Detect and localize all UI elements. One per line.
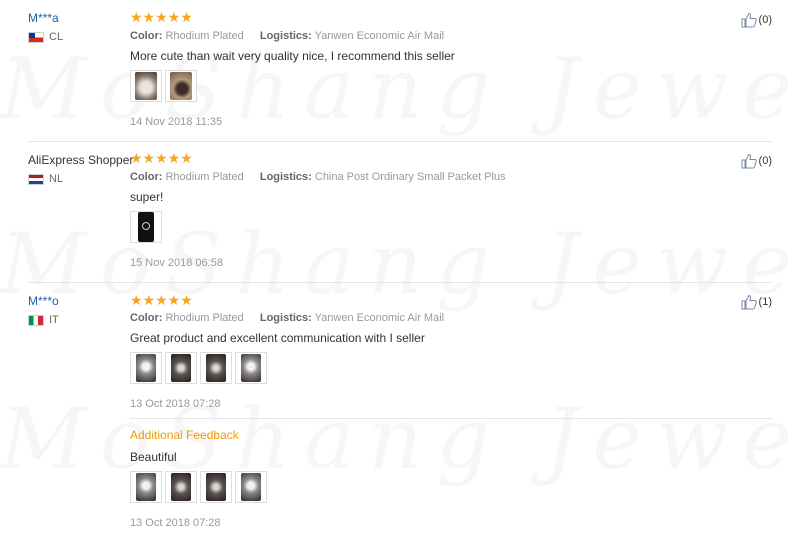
thumbs-up-icon (741, 153, 757, 169)
country-code: NL (49, 173, 64, 185)
review-photos (130, 352, 267, 384)
review-photo[interactable] (165, 70, 197, 102)
review-text: super! (130, 190, 164, 204)
rating-stars: ★★★★★ (130, 151, 193, 167)
rating-stars: ★★★★★ (130, 10, 193, 26)
color-label: Color: (130, 30, 163, 42)
country-code: IT (49, 314, 59, 326)
helpful-count: (1) (758, 296, 772, 308)
reviewer-name[interactable]: M***a (28, 11, 59, 25)
reviewer-country: CL (28, 31, 63, 43)
review-photos (130, 70, 197, 102)
order-attributes: Color: Rhodium Plated Logistics: Yanwen … (130, 30, 444, 42)
chile-flag-icon (28, 31, 44, 43)
reviewer-name[interactable]: M***o (28, 294, 59, 308)
review-date: 14 Nov 2018 11:35 (130, 116, 223, 128)
divider (28, 141, 772, 142)
color-label: Color: (130, 171, 163, 183)
logistics-value: Yanwen Economic Air Mail (314, 312, 445, 324)
review-photo[interactable] (130, 211, 162, 243)
review-photo[interactable] (130, 471, 162, 503)
color-label: Color: (130, 312, 163, 324)
country-code: CL (49, 31, 64, 43)
additional-feedback-date: 13 Oct 2018 07:28 (130, 517, 221, 529)
review-date: 15 Nov 2018 06:58 (130, 257, 223, 269)
logistics-label: Logistics: (259, 312, 312, 324)
divider (130, 418, 772, 419)
review-photo[interactable] (165, 352, 197, 384)
review-photos (130, 211, 162, 243)
review-photo[interactable] (200, 352, 232, 384)
additional-feedback-label: Additional Feedback (130, 428, 239, 442)
review-date: 13 Oct 2018 07:28 (130, 398, 221, 410)
divider (28, 282, 772, 283)
thumbs-up-icon (741, 12, 757, 28)
feedback-page: MoShang Jewelry MoShang Jewelry MoShang … (0, 0, 800, 533)
rating-stars: ★★★★★ (130, 293, 193, 309)
review-photo[interactable] (130, 352, 162, 384)
helpful-button[interactable]: (0) (741, 12, 772, 28)
logistics-label: Logistics: (259, 171, 312, 183)
helpful-button[interactable]: (0) (741, 153, 772, 169)
review-photo[interactable] (130, 70, 162, 102)
logistics-label: Logistics: (259, 30, 312, 42)
italy-flag-icon (28, 314, 44, 326)
logistics-value: Yanwen Economic Air Mail (314, 30, 445, 42)
additional-feedback-photos (130, 471, 267, 503)
review-photo[interactable] (200, 471, 232, 503)
review-photo[interactable] (235, 352, 267, 384)
watermark: MoShang Jewelry (0, 390, 800, 488)
color-value: Rhodium Plated (165, 30, 244, 42)
additional-feedback-text: Beautiful (130, 450, 177, 464)
review-photo[interactable] (165, 471, 197, 503)
helpful-count: (0) (758, 155, 772, 167)
reviewer-country: NL (28, 173, 63, 185)
order-attributes: Color: Rhodium Plated Logistics: China P… (130, 171, 506, 183)
watermark: MoShang Jewelry (0, 215, 800, 313)
color-value: Rhodium Plated (165, 171, 244, 183)
thumbs-up-icon (741, 294, 757, 310)
review-text: More cute than wait very quality nice, I… (130, 49, 455, 63)
helpful-button[interactable]: (1) (741, 294, 772, 310)
logistics-value: China Post Ordinary Small Packet Plus (314, 171, 506, 183)
helpful-count: (0) (758, 14, 772, 26)
netherlands-flag-icon (28, 173, 44, 185)
order-attributes: Color: Rhodium Plated Logistics: Yanwen … (130, 312, 444, 324)
review-text: Great product and excellent communicatio… (130, 331, 425, 345)
color-value: Rhodium Plated (165, 312, 244, 324)
review-photo[interactable] (235, 471, 267, 503)
reviewer-country: IT (28, 314, 59, 326)
reviewer-name: AliExpress Shopper (28, 153, 134, 167)
